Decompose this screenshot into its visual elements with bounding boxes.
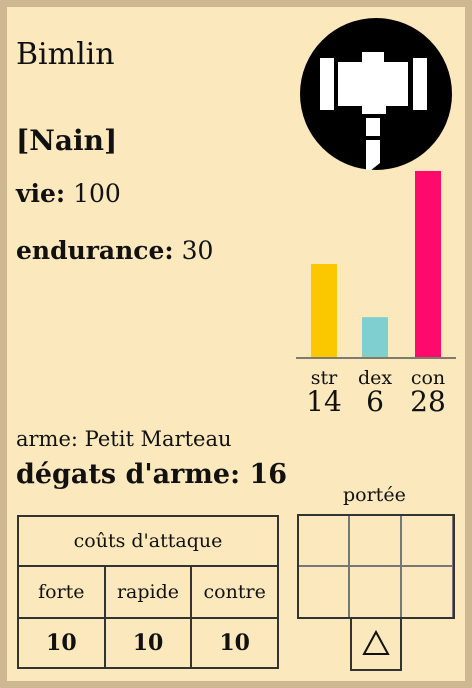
stat-value-con: 28 [410,385,446,418]
range-origin-cell [350,617,402,671]
damage-label: dégats d'arme: [16,459,241,490]
endurance-stat: endurance: 30 [16,236,213,265]
range-cell [297,514,349,566]
weapon-damage: dégats d'arme: 16 [16,459,287,490]
bar-con [415,171,441,357]
attack-costs-value-row: 10 10 10 [19,619,277,667]
weapon-line: arme: Petit Marteau [16,427,232,451]
endurance-value: 30 [181,236,214,265]
character-race: [Nain] [16,124,118,157]
bar-dex [362,317,388,357]
attack-costs-title: coûts d'attaque [19,517,277,567]
range-cell [297,566,349,618]
cost-value-rapide: 10 [106,619,193,667]
weapon-name: Petit Marteau [84,427,232,451]
vie-label: vie: [16,179,66,208]
damage-value: 16 [249,459,288,490]
bar-str [311,264,337,357]
vie-stat: vie: 100 [16,179,121,208]
vie-value: 100 [73,179,121,208]
weapon-label: arme: [16,427,78,451]
stat-value-dex: 6 [366,385,384,418]
character-name: Bimlin [16,37,115,72]
range-label: portée [343,484,406,506]
range-cell [401,514,453,566]
cost-header-rapide: rapide [106,567,193,617]
range-cell [349,566,401,618]
triangle-outline-icon [362,629,390,655]
range-cell [349,514,401,566]
character-card: Bimlin [Nain] vie: 100 endurance: 30 arm… [7,7,465,681]
range-cell [401,566,453,618]
cost-header-forte: forte [19,567,106,617]
stat-value-str: 14 [306,385,342,418]
cost-value-contre: 10 [219,630,250,656]
endurance-label: endurance: [16,236,174,265]
range-grid [297,514,454,618]
hammer-icon [300,18,452,174]
cost-header-contre: contre [203,581,266,603]
cost-value-forte: 10 [19,619,106,667]
attack-costs-table: coûts d'attaque forte rapide contre 10 1… [17,515,279,669]
attack-costs-header-row: forte rapide contre [19,567,277,619]
